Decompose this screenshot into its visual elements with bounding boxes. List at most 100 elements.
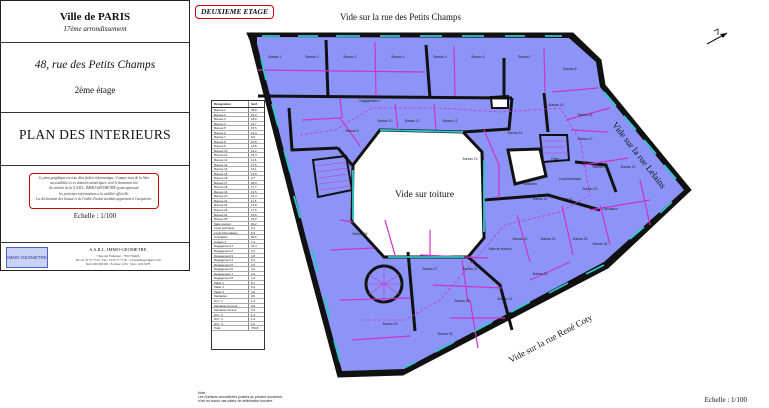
legend-designation: Palier 2	[212, 285, 249, 289]
room-label: Bureau 5	[434, 55, 447, 59]
legend-designation: Bureau 7	[212, 135, 249, 139]
legend-designation: Bureau 22	[212, 203, 249, 208]
room-label: Bureau 34	[593, 242, 608, 246]
room-label: Sanitaires	[523, 182, 538, 186]
legend-designation: Bureau 18	[212, 185, 249, 189]
legend-surface: 1,8	[251, 253, 256, 258]
floor-plan: Bureau 1 Bureau 2 Bureau 3 Bureau 4 Bureau 5…	[246, 32, 692, 378]
legend-surface: 1,2	[251, 312, 256, 317]
legend-surface: 754,8	[251, 326, 259, 330]
legend-surface: 16,0	[251, 112, 257, 117]
legend-surface: 3,4	[251, 226, 256, 230]
legend-designation: Bureau 11	[212, 153, 249, 158]
room-label: Bureau 13	[463, 157, 478, 161]
legend-designation: Bureau 16	[212, 176, 249, 180]
legend-designation: W.C. 1	[212, 298, 249, 303]
legend-surface: 17,7	[251, 185, 257, 189]
legend-designation: Palier 1	[212, 280, 249, 285]
legend-surface: 3,8	[251, 303, 256, 308]
legend-header-surface: Surf.	[251, 102, 258, 106]
legend-surface: 12,4	[251, 194, 257, 198]
legend-header-designation: Désignation	[212, 101, 249, 107]
legend-designation: Bureau 21	[212, 198, 249, 203]
legend-designation: Bureau 17	[212, 180, 249, 185]
legend-designation: Palier 3	[212, 289, 249, 294]
legend-surface: 10,8	[251, 139, 257, 144]
room-label: Bureau 22	[533, 197, 548, 201]
room-label: Bureau 20	[583, 187, 598, 191]
legend-surface: 11,6	[251, 158, 257, 162]
legend-surface: 14,8	[251, 144, 257, 148]
legend-surface: 15,8	[251, 212, 257, 217]
legend-surface: 12,3	[251, 130, 257, 135]
legend-surface: 3,9	[251, 308, 256, 312]
legend-designation: Local informatique	[212, 230, 249, 235]
legend-surface: 1,8	[251, 276, 256, 280]
room-label: Bureau 14	[508, 131, 523, 135]
room-label: Bureau 3	[344, 55, 357, 59]
legend-header: Désignation Surf.	[212, 101, 264, 108]
courtyard-label: Vide sur toiture	[395, 190, 455, 200]
legend-rows: Bureau 1 38,8 Bureau 2 16,0 Bureau 3 18,9 Bure…	[212, 108, 264, 331]
room-label: Bureau 30	[438, 332, 453, 336]
legend-surface: 2,9	[251, 271, 256, 276]
room-label: Salle de réunion	[488, 247, 511, 251]
room-label: Bureau 21	[558, 197, 573, 201]
legend-surface: 21,7	[251, 121, 257, 126]
legend-surface: 8,7	[251, 280, 256, 285]
legend-surface: 15,1	[251, 167, 257, 171]
room-label: Bureau 31	[463, 267, 478, 271]
room-label: Bureau 1	[269, 55, 282, 59]
legend-designation: Salle réunion	[212, 221, 249, 226]
legend-designation: Bureau 8	[212, 139, 249, 144]
legend-surface: 30,2	[251, 221, 257, 226]
legend-designation: Bureau 24	[212, 212, 249, 217]
legend-surface: 4,2	[251, 267, 256, 271]
legend-designation: Dégagement 6	[212, 267, 249, 271]
light-well	[506, 147, 548, 186]
legend-designation: Bureau 25	[212, 217, 249, 221]
legend-surface: 5,3	[251, 285, 256, 289]
legend-surface: 9,7	[251, 176, 256, 180]
room-label: Palier	[551, 157, 560, 161]
legend-designation: Bureau 14	[212, 167, 249, 171]
room-label: Bureau 16	[578, 113, 593, 117]
room-label: Bureau 18	[593, 165, 608, 169]
legend-surface: 7,4	[251, 239, 256, 244]
legend-surface: 17,5	[251, 162, 257, 167]
room-label: Bureau 27	[423, 267, 438, 271]
legend-surface: 1,4	[251, 317, 256, 321]
room-label: Bureau 25	[573, 237, 588, 241]
legend-surface: 38,8	[251, 108, 257, 112]
legend-designation: Cuisine 1	[212, 239, 249, 244]
legend-surface: 62,5	[251, 235, 257, 239]
legend-surface: 12,8	[251, 203, 257, 208]
legend-designation: Dégagement 8	[212, 276, 249, 280]
legend-surface: 11,5	[251, 198, 257, 203]
legend-designation: Local technique	[212, 226, 249, 230]
legend-designation: W.C. 2	[212, 312, 249, 317]
legend-surface: 19,0	[251, 217, 257, 221]
legend-designation: Bureau 20	[212, 194, 249, 198]
surface-note: Note : Les Surfaces considérées portées …	[198, 391, 283, 403]
legend-designation: Bureau 6	[212, 130, 249, 135]
legend-designation: Bureau 23	[212, 208, 249, 212]
room-label: Bureau 24	[541, 237, 556, 241]
room-label: Bureau 4	[392, 55, 405, 59]
room-label: Bureau 33	[533, 272, 548, 276]
legend-designation: Circulation	[212, 235, 249, 239]
legend-designation: Sanitaires femme	[212, 308, 249, 312]
legend-designation: W.C. 3	[212, 317, 249, 321]
room-label: Bureau 29	[383, 322, 398, 326]
room-label: Bureau 23	[513, 237, 528, 241]
legend-surface: 13,4	[251, 153, 257, 158]
legend-surface: 17,6	[251, 208, 257, 212]
legend-designation: Bureau 2	[212, 112, 249, 117]
room-label: Bureau 9	[346, 129, 359, 133]
legend-surface: 16,2	[251, 148, 257, 153]
room-label: Bureau 8	[564, 67, 577, 71]
legend-designation: Bureau 5	[212, 126, 249, 130]
legend-designation: Dégagement 1	[212, 244, 249, 248]
street-label-top: Vide sur la rue des Petits Champs	[340, 12, 461, 22]
legend-designation: W.C. 4	[212, 321, 249, 326]
